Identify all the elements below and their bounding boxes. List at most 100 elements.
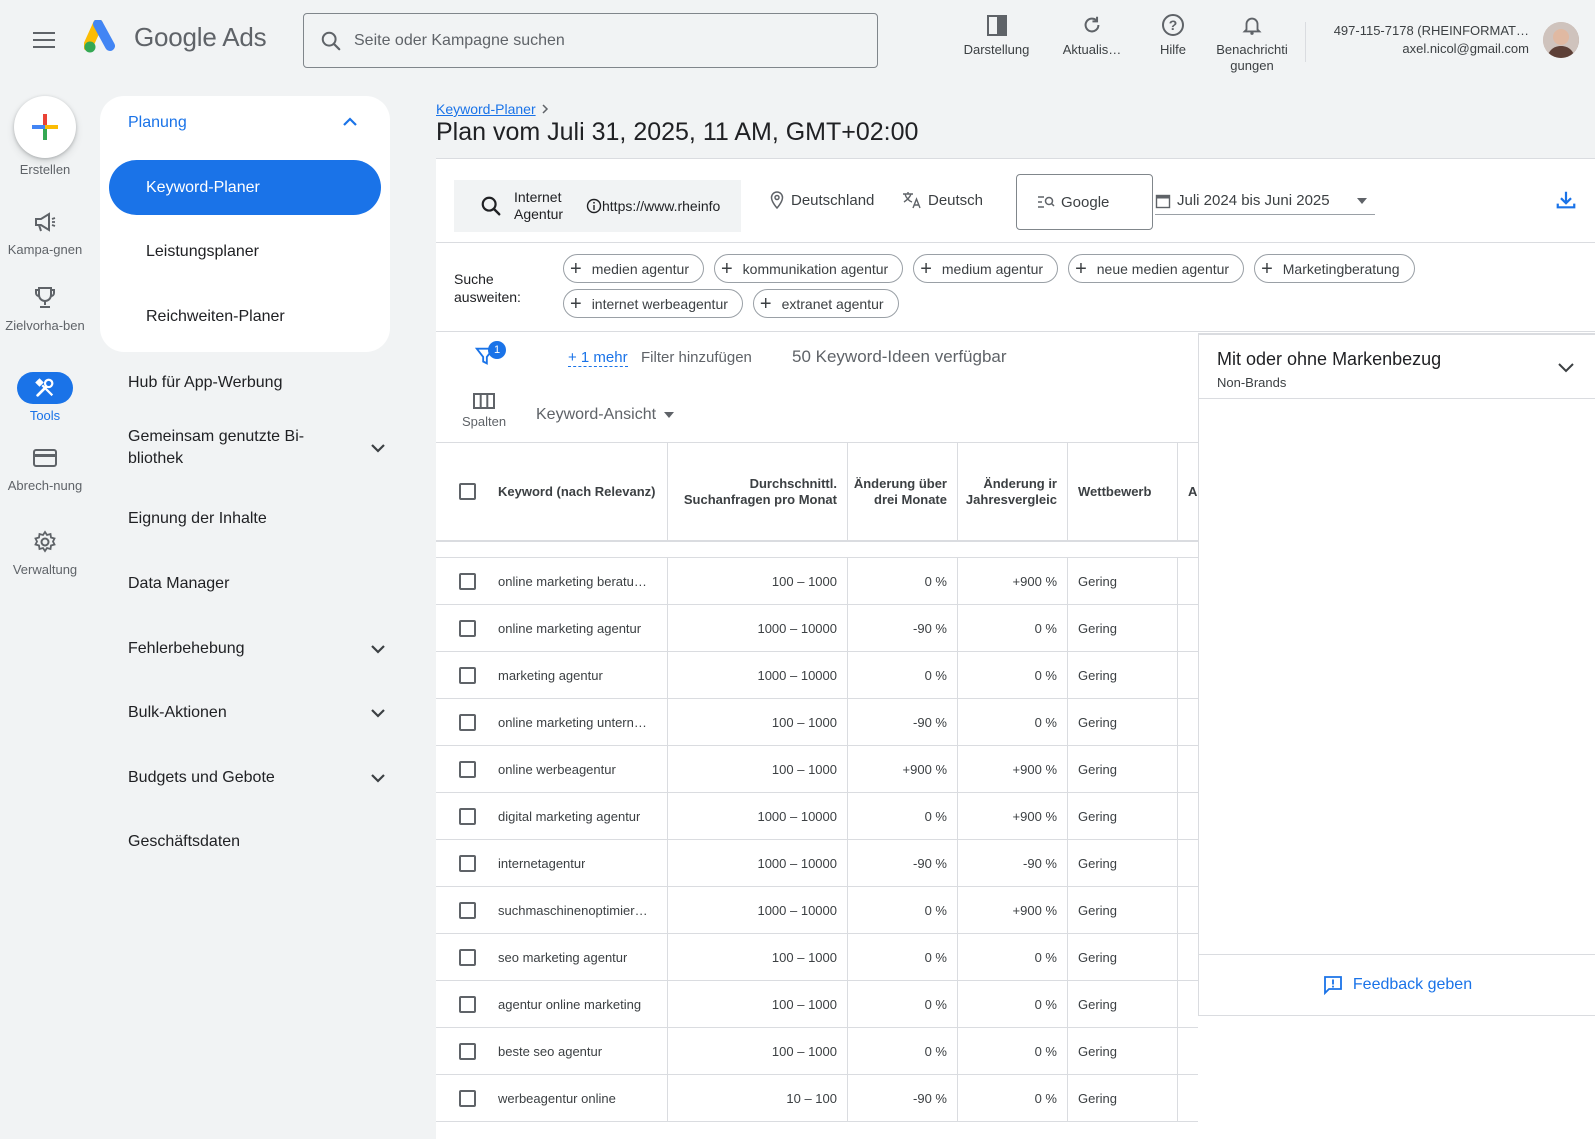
columns-button[interactable]: Spalten <box>456 391 512 429</box>
notifications-button[interactable]: Benachrichti gungen <box>1211 8 1293 74</box>
nav-item-business-data[interactable]: Geschäftsdaten <box>128 831 378 853</box>
row-checkbox[interactable] <box>458 1042 476 1060</box>
plan-settings-bar: Internet Agentur https://www.rheinfo Deu… <box>436 159 1595 243</box>
cell-text: Gering <box>1078 808 1118 824</box>
col-keyword[interactable]: Keyword (nach Relevanz) <box>498 443 668 540</box>
location-filter[interactable]: Deutschland <box>769 191 874 209</box>
keyword-suggestion-chip[interactable]: + internet werbeagentur <box>563 289 743 318</box>
row-checkbox[interactable] <box>458 572 476 590</box>
create-button[interactable] <box>14 96 76 158</box>
row-checkbox[interactable] <box>458 995 476 1013</box>
row-checkbox[interactable] <box>458 854 476 872</box>
keyword-suggestion-chip[interactable]: + medien agentur <box>563 254 704 283</box>
rail-create-label: Erstellen <box>19 162 71 177</box>
rail-item-admin[interactable]: Verwaltung <box>0 526 90 578</box>
table-row: digital marketing agentur 1000 – 10000 0 %… <box>436 793 1198 840</box>
breadcrumb[interactable]: Keyword-Planer <box>436 101 551 117</box>
search-input[interactable] <box>354 31 834 50</box>
nav-item-budgets-bids[interactable]: Budgets und Gebote <box>128 767 388 789</box>
col-avg-searches[interactable]: Durchschnittl. Suchanfragen pro Monat <box>668 443 848 540</box>
col-truncated[interactable]: A <box>1178 443 1198 540</box>
planning-section-title[interactable]: Planung <box>128 114 187 132</box>
location-pin-icon <box>770 191 784 209</box>
keyword-suggestion-chip[interactable]: + extranet agentur <box>752 289 899 318</box>
row-checkbox[interactable] <box>458 666 476 684</box>
nav-item-performance-planner[interactable]: Leistungsplaner <box>109 224 381 279</box>
cell-text: 0 % <box>1034 1090 1057 1106</box>
row-checkbox[interactable] <box>458 619 476 637</box>
row-checkbox[interactable] <box>458 948 476 966</box>
date-range-selector[interactable]: Juli 2024 bis Juni 2025 <box>1155 187 1375 215</box>
table-body: online marketing beratu… 100 – 1000 0 % +90… <box>436 558 1198 1122</box>
row-checkbox[interactable] <box>458 1089 476 1107</box>
chevron-down-icon <box>368 768 388 795</box>
row-checkbox[interactable] <box>458 713 476 731</box>
chevron-down-icon[interactable] <box>1556 357 1576 382</box>
rail-item-billing[interactable]: Abrech-nung <box>0 442 90 494</box>
cell-text: online marketing agentur <box>498 620 642 636</box>
help-button[interactable]: ? Hilfe <box>1135 8 1211 74</box>
appearance-button[interactable]: Darstellung <box>944 8 1049 74</box>
nav-item-data-manager[interactable]: Data Manager <box>128 573 378 595</box>
keyword-suggestion-chip[interactable]: + Marketingberatung <box>1254 254 1415 283</box>
nav-item-reach-planner[interactable]: Reichweiten-Planer <box>109 289 381 344</box>
cell-text: 0 % <box>924 808 947 824</box>
nav-item-label: Eignung der Inhalte <box>128 510 267 527</box>
nav-item-shared-library[interactable]: Gemeinsam genutzte Bi-bliothek <box>128 426 388 470</box>
cell-text: +900 % <box>1012 573 1057 589</box>
nav-item-content-suitability[interactable]: Eignung der Inhalte <box>128 508 378 530</box>
row-checkbox[interactable] <box>458 901 476 919</box>
nav-item-troubleshooting[interactable]: Fehlerbehebung <box>128 638 388 660</box>
table-row: online marketing untern… 100 – 1000 -90 % 0… <box>436 699 1198 746</box>
language-label: Deutsch <box>928 191 984 209</box>
seed-keywords-box[interactable]: Internet Agentur https://www.rheinfo <box>454 180 741 232</box>
col-three-month-change[interactable]: Änderung über drei Monate <box>848 443 958 540</box>
nav-item-bulk-actions[interactable]: Bulk-Aktionen <box>128 702 388 724</box>
col-yoy-change[interactable]: Änderung ir Jahresvergleic <box>958 443 1068 540</box>
row-checkbox[interactable] <box>458 760 476 778</box>
chevron-up-icon[interactable] <box>340 112 360 137</box>
keyword-suggestion-chip[interactable]: + neue medien agentur <box>1068 254 1245 283</box>
search-box[interactable] <box>303 13 878 68</box>
row-select-cell <box>436 887 498 933</box>
google-ads-logo[interactable]: Google Ads <box>84 20 267 54</box>
cell-text: 100 – 1000 <box>771 761 837 777</box>
info-icon <box>586 198 602 214</box>
search-network-selector[interactable]: Google <box>1016 174 1153 230</box>
more-filters-link[interactable]: + 1 mehr <box>568 349 628 367</box>
feedback-label: Feedback geben <box>1352 976 1473 993</box>
language-filter[interactable]: Deutsch <box>902 191 983 209</box>
hamburger-menu-icon[interactable] <box>28 24 60 56</box>
yoy-change-cell: 0 % <box>958 981 1068 1027</box>
table-subheader <box>436 542 1198 558</box>
add-filter-button[interactable]: Filter hinzufügen <box>641 349 752 366</box>
account-info[interactable]: 497-115-7178 (RHEINFORMAT… axel.nicol@gm… <box>1334 22 1529 58</box>
col-competition[interactable]: Wettbewerb <box>1068 443 1178 540</box>
row-checkbox[interactable] <box>458 807 476 825</box>
rail-item-tools[interactable]: Tools <box>0 372 90 424</box>
select-all-checkbox[interactable] <box>458 483 476 500</box>
keyword-suggestion-chip[interactable]: + medium agentur <box>913 254 1059 283</box>
nav-item-keyword-planner[interactable]: Keyword-Planer <box>109 160 381 215</box>
breadcrumb-link[interactable]: Keyword-Planer <box>436 101 536 117</box>
cell-text: 10 – 100 <box>786 1090 837 1106</box>
avatar[interactable] <box>1543 22 1579 58</box>
brand-filter-header[interactable]: Mit oder ohne Markenbezug Non-Brands <box>1199 335 1595 399</box>
view-label: Keyword-Ansicht <box>536 406 657 423</box>
three-month-change-cell: -90 % <box>848 699 958 745</box>
location-label: Deutschland <box>791 191 875 209</box>
account-email: axel.nicol@gmail.com <box>1402 41 1529 56</box>
nav-item-app-hub[interactable]: Hub für App-Werbung <box>128 372 378 394</box>
keyword-suggestion-chip[interactable]: + kommunikation agentur <box>713 254 904 283</box>
seed-url: https://www.rheinfo <box>586 198 731 214</box>
dropdown-arrow-icon <box>664 412 675 418</box>
keyword-view-selector[interactable]: Keyword-Ansicht <box>536 406 676 424</box>
cell-text: 1000 – 10000 <box>757 667 837 683</box>
download-button[interactable] <box>1555 189 1577 216</box>
rail-item-campaigns[interactable]: Kampa-gnen <box>0 206 90 258</box>
rail-item-goals[interactable]: Zielvorha-ben <box>0 282 90 334</box>
cell-text: 0 % <box>1034 1043 1057 1059</box>
refresh-button[interactable]: Aktualis… <box>1049 8 1135 74</box>
feedback-button[interactable]: Feedback geben <box>1199 954 1595 1015</box>
tools-nav: Planung Keyword-Planer Leistungsplaner R… <box>100 96 390 850</box>
